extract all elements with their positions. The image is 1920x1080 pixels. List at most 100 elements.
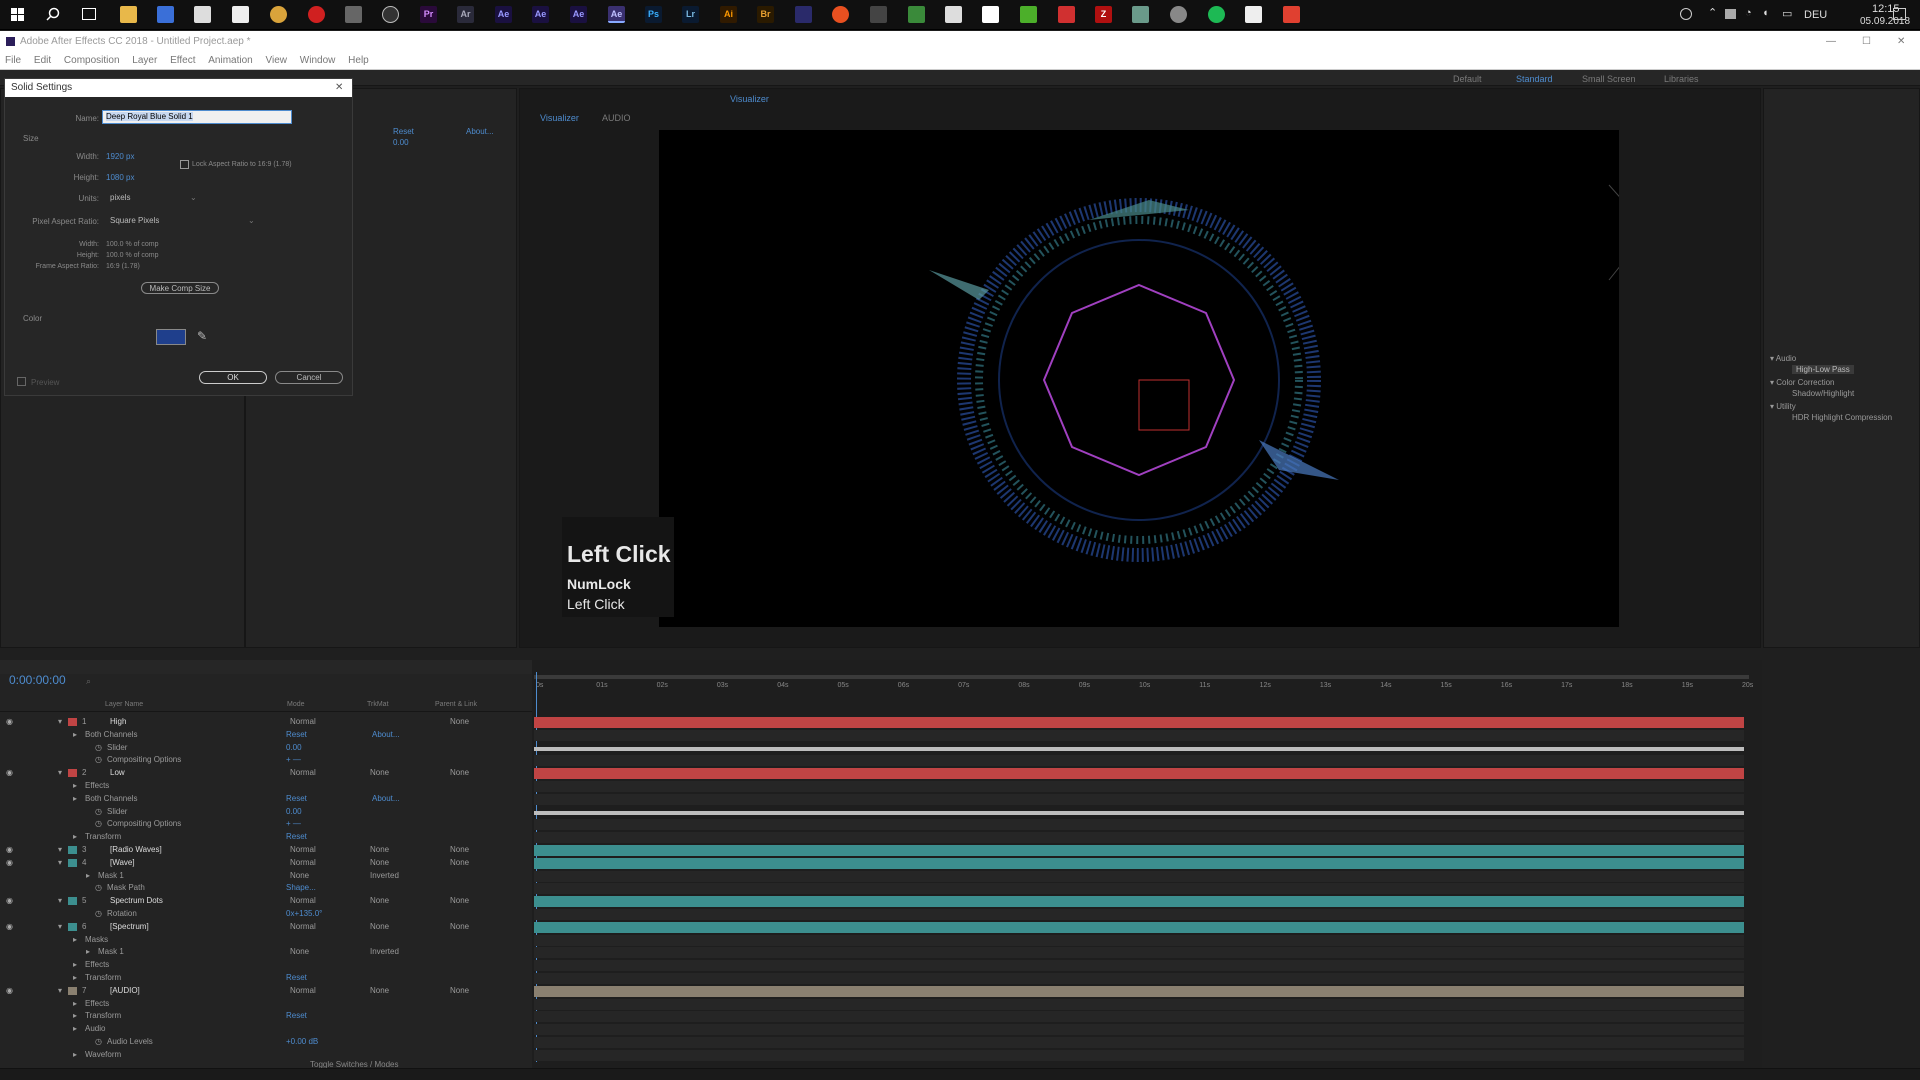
workspace-standard[interactable]: Standard bbox=[1516, 74, 1553, 84]
close-button[interactable]: ✕ bbox=[1897, 31, 1905, 52]
property-row[interactable]: ▸ Both Channels Reset About... bbox=[0, 729, 532, 741]
property-row[interactable]: ▸ Effects bbox=[0, 780, 532, 792]
twirl-icon[interactable]: ▸ bbox=[73, 934, 77, 946]
timeline-search-icon[interactable]: ⌕ bbox=[86, 676, 91, 687]
trkmat-select[interactable]: None bbox=[370, 985, 389, 997]
property-track[interactable] bbox=[534, 960, 1744, 972]
after-effects-icon[interactable]: Ae bbox=[495, 6, 512, 23]
property-row[interactable]: ◷ Slider 0.00 bbox=[0, 806, 532, 818]
mode-select[interactable]: Normal bbox=[290, 921, 316, 933]
label-color-chip[interactable] bbox=[68, 718, 77, 726]
header-mode[interactable]: Mode bbox=[287, 701, 305, 708]
twirl-icon[interactable]: ▾ bbox=[58, 921, 62, 933]
twirl-icon[interactable]: ▸ bbox=[73, 780, 77, 792]
property-track[interactable] bbox=[534, 1037, 1744, 1048]
twirl-icon[interactable]: ◷ bbox=[95, 1036, 102, 1048]
parent-select[interactable]: None bbox=[450, 895, 469, 907]
parent-select[interactable]: None bbox=[450, 985, 469, 997]
twirl-icon[interactable]: ▸ bbox=[73, 729, 77, 741]
preset-item[interactable]: High-Low Pass bbox=[1770, 365, 1892, 374]
layer-row[interactable]: ◉ ▾ 1 High Normal None bbox=[0, 716, 532, 728]
app-icon[interactable] bbox=[795, 6, 812, 23]
eyedropper-icon[interactable]: ✎ bbox=[197, 329, 207, 343]
timecode[interactable]: 0:00:00:00 bbox=[9, 673, 66, 687]
property-track[interactable] bbox=[534, 870, 1744, 882]
visibility-eye-icon[interactable]: ◉ bbox=[6, 921, 13, 933]
mode-select[interactable]: Normal bbox=[290, 844, 316, 856]
menu-file[interactable]: File bbox=[5, 55, 21, 66]
app-icon[interactable] bbox=[1058, 6, 1075, 23]
twirl-icon[interactable]: ▸ bbox=[73, 1023, 77, 1035]
app-icon[interactable] bbox=[345, 6, 362, 23]
twirl-icon[interactable]: ◷ bbox=[95, 754, 102, 766]
twirl-icon[interactable]: ◷ bbox=[95, 742, 102, 754]
twirl-icon[interactable]: ▾ bbox=[58, 985, 62, 997]
trkmat-select[interactable]: Inverted bbox=[370, 870, 399, 882]
reset-link[interactable]: Reset bbox=[286, 1010, 307, 1022]
effect-reset-link[interactable]: Reset bbox=[393, 127, 414, 136]
property-row[interactable]: ◷ Audio Levels +0.00 dB bbox=[0, 1036, 532, 1048]
layer-row[interactable]: ◉ ▾ 2 Low Normal None None bbox=[0, 767, 532, 779]
height-value[interactable]: 1080 px bbox=[106, 173, 134, 182]
windows-start-icon[interactable] bbox=[11, 8, 25, 22]
app-icon[interactable] bbox=[1170, 6, 1187, 23]
layer-row[interactable]: ◉ ▾ 6 [Spectrum] Normal None None bbox=[0, 921, 532, 933]
tray-icon[interactable] bbox=[1725, 9, 1736, 19]
cancel-button[interactable]: Cancel bbox=[275, 371, 343, 384]
work-area-bar[interactable] bbox=[534, 675, 1749, 679]
property-track[interactable] bbox=[534, 973, 1744, 984]
twirl-icon[interactable]: ▸ bbox=[73, 1049, 77, 1061]
property-track[interactable] bbox=[534, 1011, 1744, 1023]
search-icon[interactable] bbox=[46, 7, 60, 26]
preset-group-color-correction[interactable]: ▾ Color Correction bbox=[1770, 378, 1892, 387]
parent-select[interactable]: None bbox=[450, 767, 469, 779]
app-icon[interactable] bbox=[1020, 6, 1037, 23]
layer-row[interactable]: ◉ ▾ 4 [Wave] Normal None None bbox=[0, 857, 532, 869]
twirl-icon[interactable]: ▸ bbox=[73, 1010, 77, 1022]
width-value[interactable]: 1920 px bbox=[106, 152, 134, 161]
menu-window[interactable]: Window bbox=[300, 55, 336, 66]
property-track[interactable] bbox=[534, 832, 1744, 844]
property-track[interactable] bbox=[534, 883, 1744, 895]
task-view-icon[interactable] bbox=[82, 8, 96, 20]
app-icon[interactable] bbox=[382, 6, 399, 23]
about-link[interactable]: About... bbox=[372, 729, 400, 741]
mode-select[interactable]: Normal bbox=[290, 857, 316, 869]
app-icon[interactable] bbox=[1132, 6, 1149, 23]
label-color-chip[interactable] bbox=[68, 846, 77, 854]
property-row[interactable]: ▸ Audio bbox=[0, 1023, 532, 1035]
workspace-small-screen[interactable]: Small Screen bbox=[1582, 74, 1636, 84]
menu-layer[interactable]: Layer bbox=[132, 55, 157, 66]
app-icon[interactable] bbox=[832, 6, 849, 23]
twirl-icon[interactable]: ▾ bbox=[58, 844, 62, 856]
property-row[interactable]: ◷ Compositing Options + — bbox=[0, 754, 532, 766]
composition-canvas[interactable] bbox=[659, 130, 1619, 627]
property-value[interactable]: 0x+135.0° bbox=[286, 908, 322, 920]
property-row[interactable]: ▸ Mask 1 None Inverted bbox=[0, 870, 532, 882]
filezilla-icon[interactable]: Z bbox=[1095, 6, 1112, 23]
time-ruler[interactable]: 0s 01s 02s 03s 04s 05s 06s 07s 08s 09s 10s 11s 12s 13… bbox=[532, 682, 1762, 694]
units-select[interactable]: pixels ⌄ bbox=[110, 193, 200, 204]
property-value[interactable]: + — bbox=[286, 818, 301, 830]
layer-bar[interactable] bbox=[534, 768, 1744, 780]
after-effects-icon[interactable]: Ae bbox=[532, 6, 549, 23]
twirl-icon[interactable]: ◷ bbox=[95, 806, 102, 818]
minimize-button[interactable]: — bbox=[1826, 31, 1836, 52]
visibility-eye-icon[interactable]: ◉ bbox=[6, 716, 13, 728]
property-track[interactable] bbox=[534, 909, 1744, 920]
file-explorer-icon[interactable] bbox=[120, 6, 137, 23]
property-row[interactable]: ◷ Mask Path Shape... bbox=[0, 882, 532, 894]
mode-select[interactable]: Normal bbox=[290, 716, 316, 728]
workspace-default[interactable]: Default bbox=[1453, 74, 1482, 84]
parent-select[interactable]: None bbox=[450, 716, 469, 728]
name-input[interactable]: Deep Royal Blue Solid 1 bbox=[102, 110, 292, 124]
property-row[interactable]: ▸ Transform Reset bbox=[0, 831, 532, 843]
trkmat-select[interactable]: None bbox=[370, 895, 389, 907]
preset-item[interactable]: HDR Highlight Compression bbox=[1770, 413, 1892, 422]
twirl-icon[interactable]: ▾ bbox=[58, 767, 62, 779]
property-row[interactable]: ▸ Both Channels Reset About... bbox=[0, 793, 532, 805]
ok-button[interactable]: OK bbox=[199, 371, 267, 384]
mode-select[interactable]: Normal bbox=[290, 985, 316, 997]
trkmat-select[interactable]: None bbox=[370, 857, 389, 869]
make-comp-size-button[interactable]: Make Comp Size bbox=[141, 282, 219, 294]
